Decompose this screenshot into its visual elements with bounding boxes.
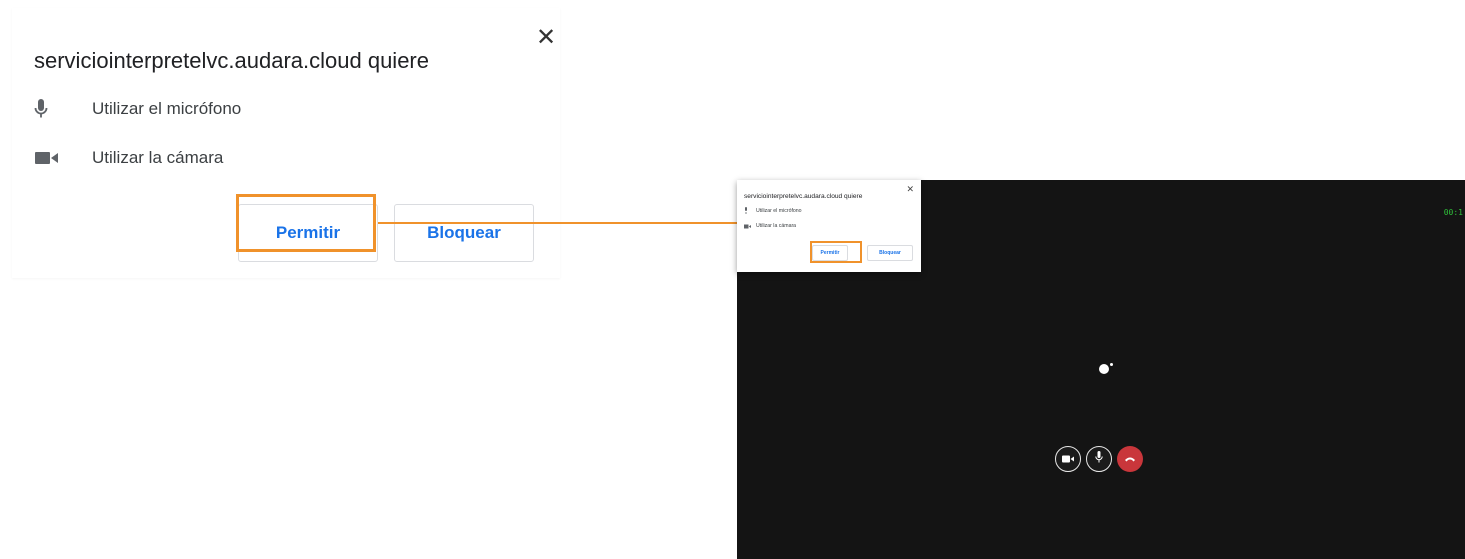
block-button[interactable]: Bloquear [394, 204, 534, 262]
permission-dialog: ✕ serviciointerpretelvc.audara.cloud qui… [737, 180, 921, 272]
close-icon[interactable]: ✕ [906, 184, 914, 195]
dialog-title: serviciointerpretelvc.audara.cloud quier… [34, 48, 429, 73]
microphone-icon [34, 98, 80, 120]
permission-label: Utilizar la cámara [756, 223, 797, 229]
camera-icon [34, 150, 80, 166]
call-controls [1055, 446, 1143, 472]
camera-icon [1062, 450, 1074, 468]
permission-row-microphone: Utilizar el micrófono [34, 98, 241, 120]
permission-label: Utilizar la cámara [92, 148, 224, 167]
permission-label: Utilizar el micrófono [756, 207, 802, 214]
close-icon[interactable]: ✕ [536, 26, 556, 50]
call-timer: 00:1 [1443, 208, 1463, 217]
tutorial-canvas: ✕ serviciointerpretelvc.audara.cloud qui… [0, 0, 1465, 559]
block-button[interactable]: Bloquear [867, 245, 913, 261]
camera-toggle-button[interactable] [1055, 446, 1081, 472]
hang-up-icon [1124, 450, 1136, 468]
camera-icon [744, 224, 754, 229]
hang-up-button[interactable] [1117, 446, 1143, 472]
permission-dialog-zoomed: ✕ serviciointerpretelvc.audara.cloud qui… [12, 8, 560, 278]
permission-row-camera: Utilizar la cámara [744, 223, 796, 229]
microphone-toggle-button[interactable] [1086, 446, 1112, 472]
allow-button[interactable]: Permitir [812, 245, 848, 261]
permission-label: Utilizar el micrófono [92, 99, 242, 118]
permission-row-microphone: Utilizar el micrófono [744, 207, 802, 214]
permission-row-camera: Utilizar la cámara [34, 148, 223, 168]
dialog-title: serviciointerpretelvc.audara.cloud quier… [744, 193, 863, 200]
microphone-icon [1095, 450, 1103, 468]
microphone-icon [744, 207, 754, 214]
allow-button[interactable]: Permitir [238, 204, 378, 262]
loading-indicator [1099, 363, 1113, 374]
